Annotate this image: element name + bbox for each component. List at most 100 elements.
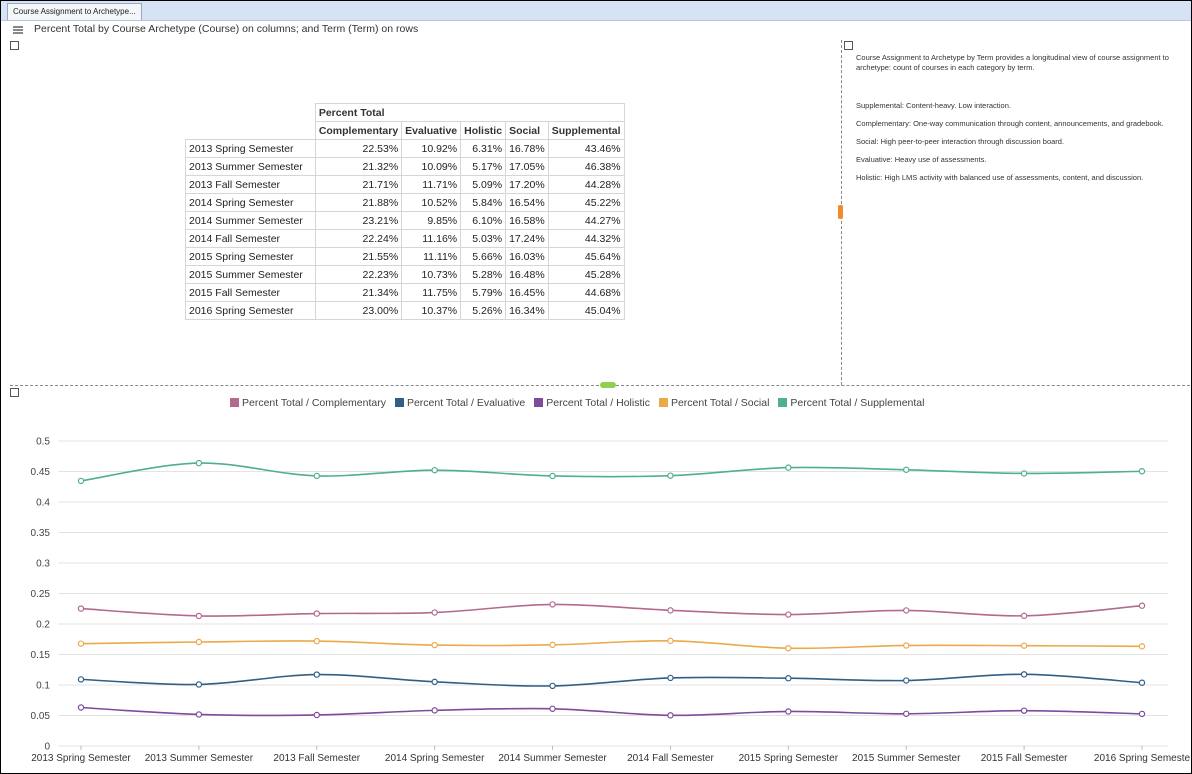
table-cell: 9.85% [401,211,462,230]
table-cell: 45.04% [547,301,625,320]
data-point [667,607,674,614]
legend-item[interactable]: Percent Total / Supplemental [778,397,924,409]
legend-swatch [778,398,788,407]
y-tick-label: 0.35 [31,528,51,539]
measure-header[interactable]: Percent Total [314,103,625,122]
data-point [1138,468,1146,475]
view-header: Percent Total by Course Archetype (Cours… [1,21,1191,39]
table-cell: 5.84% [460,193,507,212]
table-cell: 16.78% [505,139,549,158]
x-tick-label: 2015 Fall Semester [981,753,1068,764]
table-cell: 16.54% [505,193,549,212]
legend-item[interactable]: Percent Total / Complementary [230,397,386,409]
description-complementary: Complementary: One-way communication thr… [856,119,1164,128]
line-chart: 0 0.05 0.1 0.15 0.2 0.25 0.3 0.35 0.4 0.45 0.5 2013… [31,437,1191,765]
data-point [431,707,438,714]
series-line [80,706,1143,717]
data-point [667,637,674,645]
data-point [77,676,85,683]
x-tick-label: 2015 Spring Semester [739,753,839,764]
data-point [431,609,438,616]
table-cell: 21.32% [314,157,403,176]
x-tick-label: 2014 Summer Semester [498,753,607,764]
table-row: 2015 Summer Semester 22.23% 10.73% 5.28% 16.… [185,265,625,284]
data-point [1020,707,1028,714]
row-header[interactable]: 2016 Spring Semester [185,301,316,320]
legend-item[interactable]: Percent Total / Holistic [534,397,650,409]
legend-item[interactable]: Percent Total / Evaluative [394,397,525,409]
y-tick-label: 0.25 [31,589,51,600]
data-point [785,708,792,715]
data-point [785,675,792,682]
table-cell: 45.64% [547,247,625,266]
legend-label: Percent Total / Holistic [546,397,650,409]
chart-section-select-icon[interactable] [10,388,19,397]
table-cell: 5.03% [460,229,507,248]
y-tick-label: 0.3 [36,559,50,570]
tab-course-assignment[interactable]: Course Assignment to Archetype... [7,3,142,20]
column-header-holistic[interactable]: Holistic [460,121,507,140]
data-point [667,712,674,719]
pivot-table: Percent Total Complementary Evaluative H… [185,103,625,320]
table-cell: 44.32% [547,229,625,248]
table-cell: 10.09% [401,157,462,176]
table-cell: 5.28% [460,265,507,284]
vertical-splitter-handle[interactable] [838,205,843,219]
data-point [1138,643,1146,650]
view-title: Percent Total by Course Archetype (Cours… [34,23,419,35]
row-header[interactable]: 2015 Fall Semester [185,283,316,302]
description-holistic: Holistic: High LMS activity with balance… [856,173,1144,182]
row-header[interactable]: 2014 Fall Semester [185,229,316,248]
table-row: 2014 Summer Semester 23.21% 9.85% 6.10% 16.5… [185,211,625,230]
data-point [549,472,556,480]
table-cell: 5.26% [460,301,507,320]
horizontal-splitter-handle[interactable] [600,382,616,388]
row-header[interactable]: 2013 Fall Semester [185,175,316,194]
x-tick-label: 2015 Summer Semester [852,753,961,764]
table-cell: 21.55% [314,247,403,266]
row-header[interactable]: 2013 Spring Semester [185,139,316,158]
table-row: 2016 Spring Semester 23.00% 10.37% 5.26% 16.… [185,301,625,320]
column-header-social[interactable]: Social [505,121,549,140]
column-header-evaluative[interactable]: Evaluative [401,121,462,140]
row-header[interactable]: 2015 Summer Semester [185,265,316,284]
text-section-select-icon[interactable] [844,41,853,50]
table-cell: 11.75% [401,283,462,302]
table-cell: 10.52% [401,193,462,212]
x-tick-label: 2014 Fall Semester [627,753,714,764]
table-cell: 16.03% [505,247,549,266]
data-point [77,605,85,612]
table-row: 2014 Spring Semester 21.88% 10.52% 5.84% 16.… [185,193,625,212]
table-row: 2015 Fall Semester 21.34% 11.75% 5.79% 16.45… [185,283,625,302]
table-cell: 11.16% [401,229,462,248]
row-header[interactable]: 2014 Spring Semester [185,193,316,212]
data-point [1138,679,1146,686]
data-point [785,611,792,618]
data-point [195,612,203,620]
y-tick-label: 0 [44,742,50,753]
column-header-complementary[interactable]: Complementary [314,121,403,140]
row-header[interactable]: 2013 Summer Semester [185,157,316,176]
data-point [549,641,556,649]
data-point [903,710,910,717]
data-point [903,677,910,684]
data-point [431,466,438,474]
row-header[interactable]: 2014 Summer Semester [185,211,316,230]
y-tick-label: 0.1 [36,681,50,692]
table-cell: 22.24% [314,229,403,248]
x-tick-label: 2016 Spring Semeste [1094,753,1191,764]
legend-item[interactable]: Percent Total / Social [658,397,769,409]
menu-icon[interactable] [13,26,23,34]
table-cell: 17.20% [505,175,549,194]
data-point [431,678,438,686]
table-cell: 5.66% [460,247,507,266]
legend-swatch [534,398,544,407]
column-header-supplemental[interactable]: Supplemental [547,121,625,140]
table-section-select-icon[interactable] [10,41,19,50]
description-evaluative: Evaluative: Heavy use of assessments. [856,155,987,164]
data-point [785,464,792,471]
row-header[interactable]: 2015 Spring Semester [185,247,316,266]
data-point [549,705,556,712]
data-point [195,711,203,718]
data-point [195,638,203,646]
